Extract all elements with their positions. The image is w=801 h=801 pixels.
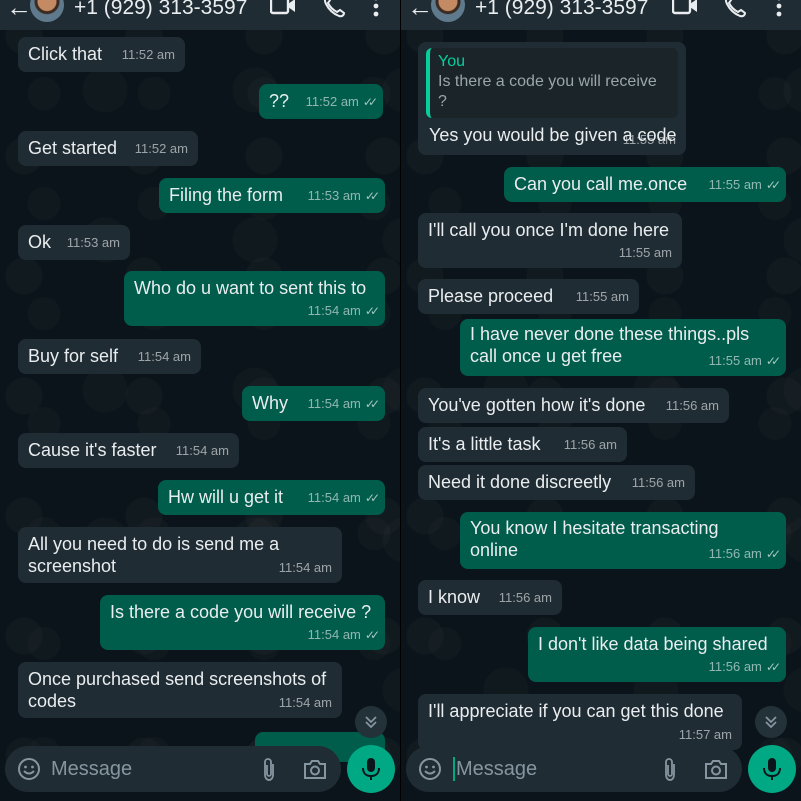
video-call-icon[interactable] (270, 0, 296, 18)
message-input[interactable]: Message (51, 758, 132, 781)
scroll-down-button[interactable] (755, 706, 787, 738)
msg-in: It's a little task 11:56 am (418, 427, 627, 462)
back-arrow-icon[interactable]: ← (6, 0, 32, 23)
message-input[interactable]: Message (456, 758, 537, 781)
mic-button[interactable] (748, 745, 796, 793)
mic-icon (763, 758, 781, 780)
msg-in: All you need to do is send me a screensh… (18, 527, 342, 583)
mic-button[interactable] (347, 745, 395, 793)
msg-out: Who do u want to sent this to 11:54 am ✓✓ (124, 271, 385, 326)
chat-pane-left: Click that 11:52 am ?? 11:52 am ✓✓ Get star… (0, 0, 400, 801)
message-composer[interactable]: Message (5, 746, 341, 792)
msg-in-reply: You Is there a code you will receive ? Y… (418, 42, 686, 155)
msg-in: Buy for self 11:54 am (18, 339, 201, 374)
msg-in: You've gotten how it's done 11:56 am (418, 388, 729, 423)
emoji-icon[interactable] (17, 757, 41, 781)
chat-pane-right: You Is there a code you will receive ? Y… (401, 0, 801, 801)
scroll-down-button[interactable] (355, 706, 387, 738)
msg-out: Why 11:54 am ✓✓ (242, 386, 385, 421)
attach-icon[interactable] (260, 757, 278, 783)
msg-in: I know 11:56 am (418, 580, 562, 615)
more-options-icon[interactable] (370, 0, 382, 18)
attach-icon[interactable] (661, 757, 679, 783)
chat-header: ← +1 (929) 313-3597 (401, 0, 801, 30)
msg-in: Cause it's faster 11:54 am (18, 433, 239, 468)
more-options-icon[interactable] (773, 0, 785, 18)
scroll-down-icon (365, 716, 377, 729)
msg-out: ?? 11:52 am ✓✓ (259, 84, 383, 119)
video-call-icon[interactable] (672, 0, 698, 18)
msg-out: Filing the form 11:53 am ✓✓ (159, 178, 385, 213)
msg-in: Ok 11:53 am (18, 225, 130, 260)
phone-icon[interactable] (723, 0, 747, 18)
camera-icon[interactable] (704, 758, 728, 780)
camera-icon[interactable] (303, 758, 327, 780)
msg-in: Need it done discreetly 11:56 am (418, 465, 695, 500)
quote-author: You (438, 53, 465, 70)
msg-out: I don't like data being shared 11:56 am ✓✓ (528, 627, 786, 682)
msg-out: Hw will u get it 11:54 am ✓✓ (158, 480, 385, 515)
avatar[interactable] (431, 0, 465, 22)
msg-in: Once purchased send screenshots of codes… (18, 662, 342, 718)
scroll-down-icon (765, 716, 777, 729)
msg-in: Click that 11:52 am (18, 37, 185, 72)
contact-name[interactable]: +1 (929) 313-3597 (74, 0, 247, 20)
back-arrow-icon[interactable]: ← (407, 0, 433, 23)
msg-out: Is there a code you will receive ? 11:54 … (100, 595, 385, 650)
quoted-message[interactable]: You Is there a code you will receive ? (426, 48, 678, 118)
text-cursor (453, 757, 455, 781)
chat-header: ← +1 (929) 313-3597 (0, 0, 400, 30)
emoji-icon[interactable] (418, 757, 442, 781)
avatar[interactable] (30, 0, 64, 22)
mic-icon (362, 758, 380, 780)
msg-out: Can you call me.once 11:55 am ✓✓ (504, 167, 786, 202)
message-composer[interactable]: Message (406, 746, 742, 792)
msg-out: I have never done these things..pls call… (460, 319, 786, 376)
msg-out: You know I hesitate transacting online 11… (460, 512, 786, 569)
msg-in: Get started 11:52 am (18, 131, 198, 166)
msg-in: I'll call you once I'm done here 11:55 am (418, 213, 682, 268)
quote-text: Is there a code you will receive ? (438, 73, 657, 110)
msg-in: I'll appreciate if you can get this done… (418, 694, 742, 750)
msg-in: Please proceed 11:55 am (418, 279, 639, 314)
phone-icon[interactable] (322, 0, 346, 18)
contact-name[interactable]: +1 (929) 313-3597 (475, 0, 648, 20)
